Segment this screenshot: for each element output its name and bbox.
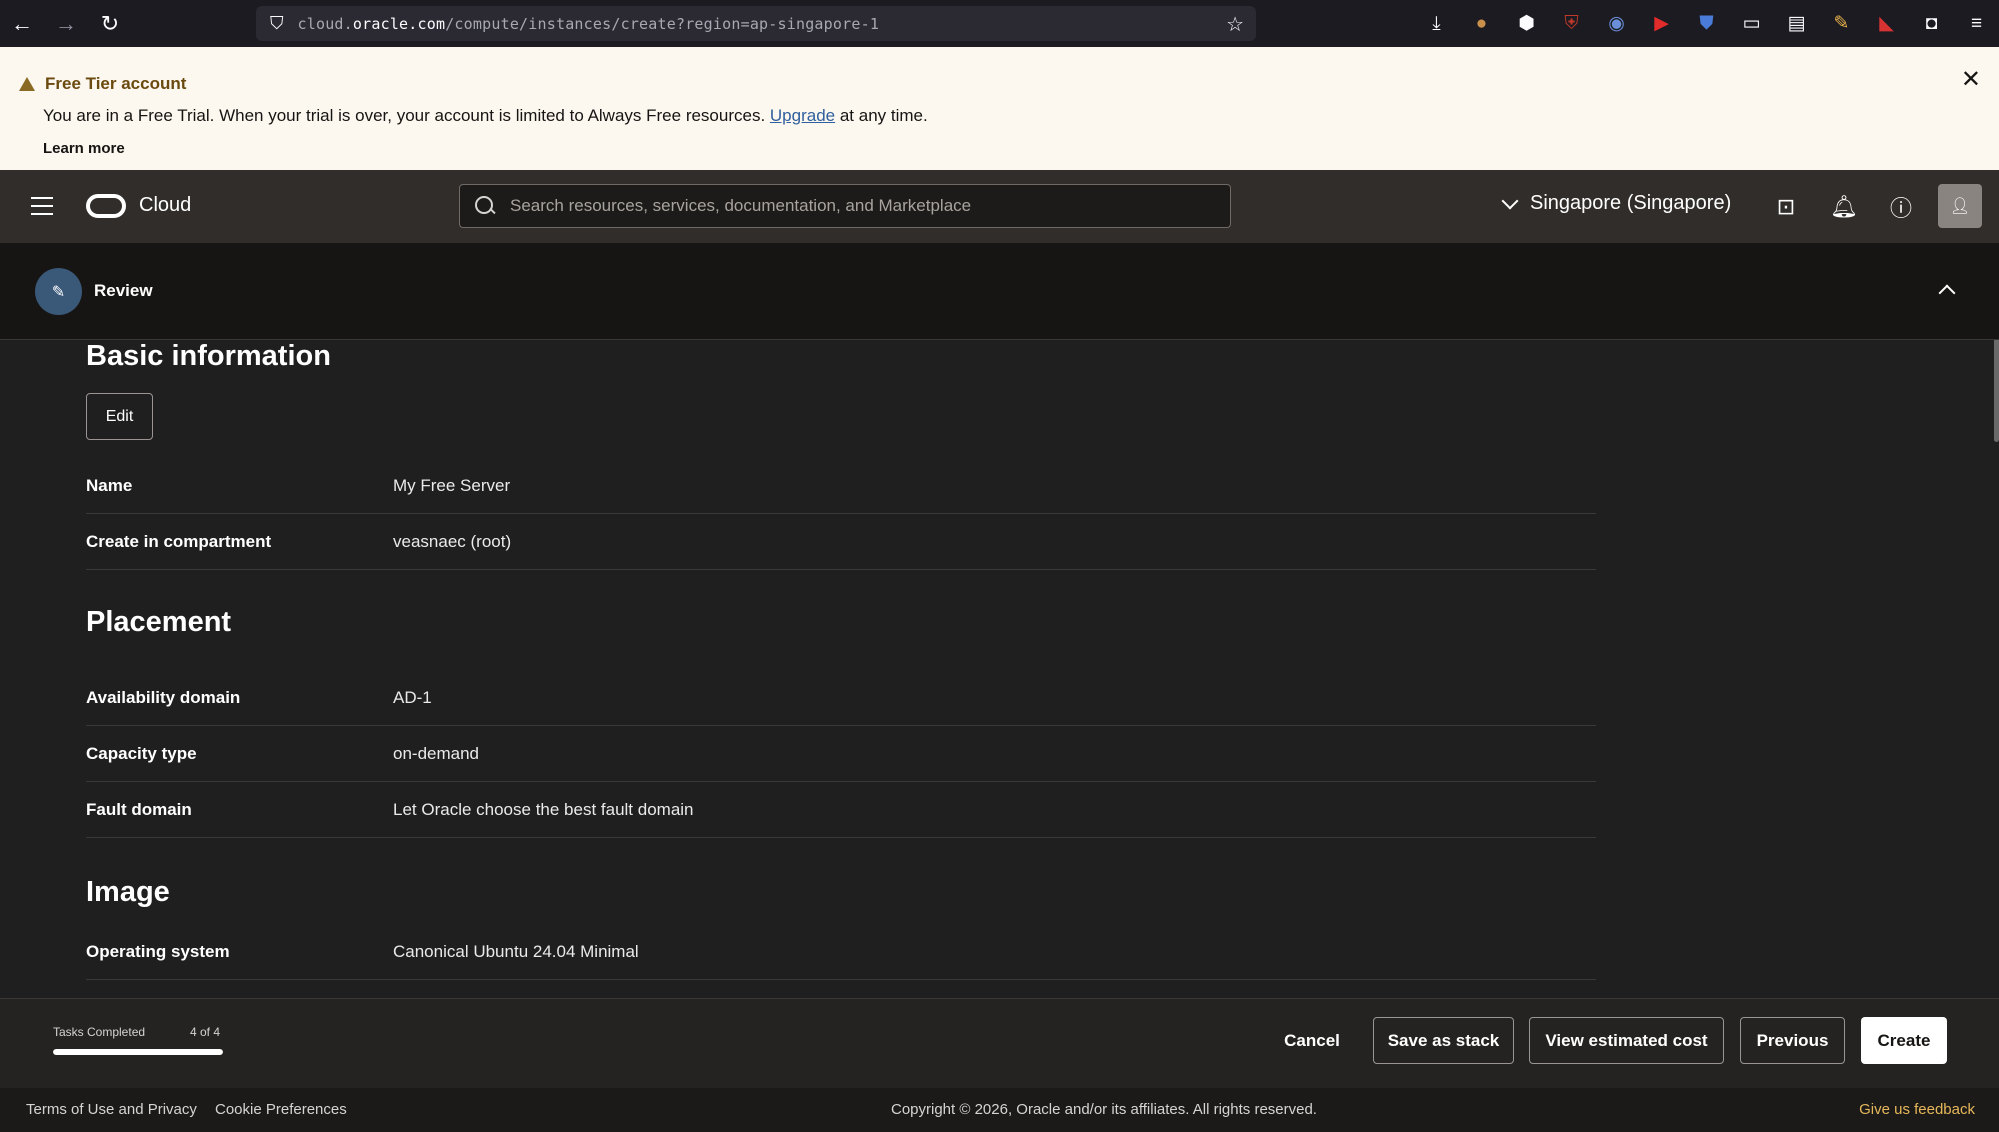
help-icon[interactable]: ⓘ: [1888, 194, 1914, 221]
menu-icon[interactable]: ≡: [1954, 0, 1999, 47]
cookie-preferences-link[interactable]: Cookie Preferences: [215, 1101, 347, 1118]
screenshot-icon[interactable]: ◘: [1909, 0, 1954, 47]
detail-row: Name My Free Server: [86, 458, 1596, 514]
user-avatar-icon[interactable]: 👤︎: [1938, 184, 1982, 228]
back-icon[interactable]: ←: [0, 0, 44, 47]
section-title-basic: Basic information: [86, 340, 331, 372]
bell-icon[interactable]: 🔔︎: [1830, 194, 1858, 220]
forward-icon[interactable]: →: [44, 0, 88, 47]
region-selector[interactable]: Singapore (Singapore): [1501, 192, 1731, 215]
tasks-completed-count: 4 of 4: [190, 1025, 221, 1039]
browser-toolbar: ← → ↻ ⛉ cloud.oracle.com/compute/instanc…: [0, 0, 1999, 47]
chevron-up-icon[interactable]: [1938, 284, 1956, 302]
logo-text[interactable]: Cloud: [139, 194, 191, 217]
download-icon[interactable]: ⤓: [1414, 0, 1459, 47]
detail-row: Operating system Canonical Ubuntu 24.04 …: [86, 924, 1596, 980]
url-text: cloud.oracle.com/compute/instances/creat…: [297, 14, 880, 33]
paint-extension-icon[interactable]: ✎: [1819, 0, 1864, 47]
banner-title: Free Tier account: [19, 74, 1999, 94]
puzzle-extension-icon[interactable]: ⬢: [1504, 0, 1549, 47]
console-header: Cloud Singapore (Singapore) ⊡ 🔔︎ ⓘ 👤︎: [0, 170, 1999, 243]
oracle-logo-icon[interactable]: [86, 194, 126, 218]
review-content: Basic information Edit Name My Free Serv…: [0, 340, 1999, 998]
scrollbar[interactable]: [1994, 340, 1999, 442]
terms-link[interactable]: Terms of Use and Privacy: [26, 1101, 197, 1118]
detail-row: Capacity type on-demand: [86, 726, 1596, 782]
view-estimated-cost-button[interactable]: View estimated cost: [1529, 1017, 1724, 1064]
review-step-header: ✎ Review: [0, 243, 1999, 340]
section-title-image: Image: [86, 876, 170, 908]
previous-button[interactable]: Previous: [1740, 1017, 1845, 1064]
copyright-text: Copyright © 2026, Oracle and/or its affi…: [891, 1101, 1317, 1118]
hamburger-menu-icon[interactable]: [31, 197, 53, 215]
review-label: Review: [94, 281, 153, 300]
tasks-progress-fill: [53, 1049, 223, 1055]
reload-icon[interactable]: ↻: [88, 0, 132, 47]
circle-extension-icon[interactable]: ◉: [1594, 0, 1639, 47]
warning-icon: [19, 77, 35, 91]
search-input[interactable]: [510, 196, 1210, 216]
chevron-down-icon: [1501, 192, 1519, 209]
banner-message: You are in a Free Trial. When your trial…: [43, 106, 928, 125]
site-security-icon[interactable]: ⛉: [270, 13, 284, 34]
learn-more-link[interactable]: Learn more: [43, 140, 1999, 157]
create-button[interactable]: Create: [1861, 1017, 1947, 1064]
tasks-progress-bar: [53, 1049, 223, 1055]
edit-button[interactable]: Edit: [86, 393, 153, 440]
search-box[interactable]: [459, 184, 1231, 228]
tasks-completed-label: Tasks Completed: [53, 1025, 146, 1039]
save-as-stack-button[interactable]: Save as stack: [1373, 1017, 1514, 1064]
feedback-link[interactable]: Give us feedback: [1859, 1101, 1975, 1118]
address-bar[interactable]: ⛉ cloud.oracle.com/compute/instances/cre…: [256, 6, 1256, 41]
bookmark-star-icon[interactable]: ☆: [1226, 12, 1244, 37]
free-tier-banner: Free Tier account You are in a Free Tria…: [0, 47, 1999, 170]
page-footer: Terms of Use and Privacy Cookie Preferen…: [0, 1088, 1999, 1132]
sidebar-icon[interactable]: ▤: [1774, 0, 1819, 47]
upgrade-link[interactable]: Upgrade: [770, 106, 835, 125]
ublock-extension-icon[interactable]: ⛨: [1549, 0, 1594, 47]
cloud-shell-icon[interactable]: ⊡: [1773, 194, 1799, 220]
search-icon: [474, 195, 496, 217]
pencil-icon: ✎: [35, 268, 82, 315]
pdf-extension-icon[interactable]: ◣: [1864, 0, 1909, 47]
section-title-placement: Placement: [86, 606, 232, 638]
detail-row: Availability domain AD-1: [86, 670, 1596, 726]
cancel-button[interactable]: Cancel: [1268, 1017, 1356, 1064]
cookie-extension-icon[interactable]: ●: [1459, 0, 1504, 47]
bitwarden-extension-icon[interactable]: ⛊: [1684, 0, 1729, 47]
container-tab-icon[interactable]: ▭: [1729, 0, 1774, 47]
close-icon[interactable]: ✕: [1961, 65, 1981, 94]
youtube-extension-icon[interactable]: ▶: [1639, 0, 1684, 47]
detail-row: Fault domain Let Oracle choose the best …: [86, 782, 1596, 838]
extension-tray: ⤓ ● ⬢ ⛨ ◉ ▶ ⛊ ▭ ▤ ✎ ◣ ◘ ≡: [1414, 0, 1999, 47]
detail-row: Create in compartment veasnaec (root): [86, 514, 1596, 570]
wizard-action-bar: Tasks Completed 4 of 4 Cancel Save as st…: [0, 998, 1999, 1088]
